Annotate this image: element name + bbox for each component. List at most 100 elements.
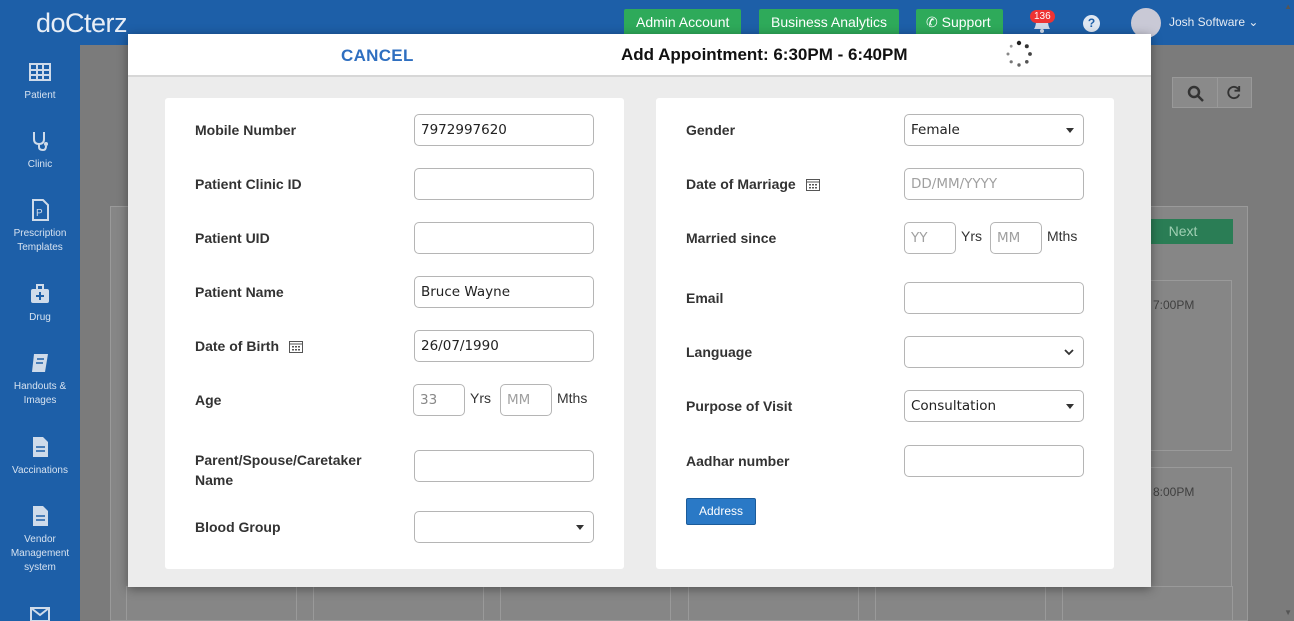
caret-down-icon: [1066, 404, 1074, 409]
age-months-input[interactable]: MM: [500, 384, 552, 416]
calendar-cell: [126, 586, 297, 621]
age-years-unit: Yrs: [470, 390, 491, 406]
calendar-icon[interactable]: [288, 340, 303, 353]
email-input[interactable]: [904, 282, 1084, 314]
language-select[interactable]: [904, 336, 1084, 368]
married-years-input[interactable]: YY: [904, 222, 956, 254]
calendar-cell: [313, 586, 484, 621]
stethoscope-icon: [33, 132, 48, 152]
refresh-icon: [1227, 85, 1241, 99]
table-icon: [29, 63, 51, 81]
sidebar-item-label: Clinic: [27, 159, 53, 170]
date-of-marriage-input[interactable]: DD/MM/YYYY: [904, 168, 1084, 200]
scroll-down-arrow[interactable]: ▼: [1284, 608, 1292, 617]
caretaker-label-line2: Name: [195, 472, 234, 488]
app-logo[interactable]: doCterz: [36, 8, 128, 39]
language-label: Language: [686, 344, 753, 360]
calendar-cell: [1062, 586, 1233, 621]
search-icon: [1187, 85, 1204, 102]
married-months-unit: Mths: [1047, 228, 1078, 244]
caret-down-icon: [576, 525, 584, 530]
sidebar-item-vaccinations[interactable]: Vaccinations: [0, 436, 80, 478]
calendar-cell: [875, 586, 1046, 621]
loading-spinner-icon: [1006, 40, 1032, 67]
support-button[interactable]: ✆ Support: [916, 9, 1003, 37]
married-since-label: Married since: [686, 230, 777, 246]
purpose-of-visit-select[interactable]: Consultation: [904, 390, 1084, 422]
admin-account-button[interactable]: Admin Account: [624, 9, 742, 37]
notification-badge: 136: [1030, 10, 1055, 23]
age-months-unit: Mths: [557, 390, 588, 406]
sidebar-item-handouts[interactable]: Handouts & Images: [0, 352, 80, 408]
age-years-input[interactable]: 33: [413, 384, 465, 416]
sidebar: Patient Clinic P Prescription Templates …: [0, 45, 80, 621]
calendar-icon[interactable]: [805, 178, 820, 191]
married-months-input[interactable]: MM: [990, 222, 1042, 254]
married-years-unit: Yrs: [961, 228, 982, 244]
mail-icon: [30, 607, 50, 621]
sidebar-item-label: Vendor Management system: [10, 534, 70, 573]
prescription-icon: P: [32, 199, 49, 221]
search-button-bg: [1172, 77, 1218, 108]
purpose-of-visit-label: Purpose of Visit: [686, 398, 793, 414]
aadhar-number-label: Aadhar number: [686, 453, 790, 469]
date-of-marriage-label-text: Date of Marriage: [686, 176, 796, 192]
document-icon: [33, 437, 48, 457]
modal-title: Add Appointment: 6:30PM - 6:40PM: [621, 45, 908, 64]
sidebar-item-label: Drug: [29, 312, 51, 323]
caret-down-icon: [1066, 128, 1074, 133]
patient-clinic-id-label: Patient Clinic ID: [195, 176, 302, 192]
mobile-number-input[interactable]: 7972997620: [414, 114, 594, 146]
date-of-birth-input[interactable]: 26/07/1990: [414, 330, 594, 362]
sidebar-item-label: Patient: [24, 90, 56, 101]
support-label: Support: [941, 14, 991, 30]
patient-details-card: Mobile Number 7972997620 Patient Clinic …: [165, 98, 624, 569]
patient-name-label: Patient Name: [195, 284, 284, 300]
date-of-birth-label-text: Date of Birth: [195, 338, 279, 354]
sidebar-item-mail[interactable]: [0, 603, 80, 621]
mobile-number-label: Mobile Number: [195, 122, 297, 138]
additional-details-card: Gender Female Date of Marriage DD/MM/YYY…: [656, 98, 1114, 569]
gender-label: Gender: [686, 122, 736, 138]
sidebar-item-label: Vaccinations: [12, 465, 68, 476]
patient-clinic-id-input[interactable]: [414, 168, 594, 200]
gender-select[interactable]: Female: [904, 114, 1084, 146]
book-icon: [32, 354, 48, 372]
sidebar-item-patient[interactable]: Patient: [0, 61, 80, 103]
sidebar-item-prescription-templates[interactable]: P Prescription Templates: [0, 199, 80, 255]
cancel-button[interactable]: CANCEL: [341, 46, 414, 66]
sidebar-item-drug[interactable]: Drug: [0, 283, 80, 325]
aadhar-number-input[interactable]: [904, 445, 1084, 477]
patient-uid-label: Patient UID: [195, 230, 270, 246]
chevron-down-icon: [1064, 349, 1074, 356]
patient-name-input[interactable]: Bruce Wayne: [414, 276, 594, 308]
add-appointment-modal: CANCEL Add Appointment: 6:30PM - 6:40PM …: [128, 34, 1151, 587]
email-label: Email: [686, 290, 724, 306]
user-name: Josh Software: [1169, 15, 1246, 29]
patient-uid-input[interactable]: [414, 222, 594, 254]
scroll-up-arrow[interactable]: ▲: [1284, 2, 1292, 11]
time-slot-label: 8:00PM: [1153, 485, 1195, 499]
user-menu[interactable]: Josh Software ⌄: [1169, 15, 1258, 29]
time-slot-label: 7:00PM: [1153, 298, 1195, 312]
help-icon[interactable]: ?: [1083, 15, 1100, 32]
date-of-birth-label: Date of Birth: [195, 338, 303, 354]
sidebar-item-vendor-management[interactable]: Vendor Management system: [0, 505, 80, 575]
calendar-cell: [500, 586, 671, 621]
purpose-of-visit-value: Consultation: [911, 398, 997, 414]
date-of-marriage-label: Date of Marriage: [686, 176, 820, 192]
refresh-button-bg: [1217, 77, 1252, 108]
sidebar-item-clinic[interactable]: Clinic: [0, 130, 80, 172]
svg-text:P: P: [36, 208, 43, 219]
sidebar-item-label: Prescription Templates: [13, 228, 67, 253]
medkit-icon: [31, 284, 49, 303]
blood-group-select[interactable]: [414, 511, 594, 543]
business-analytics-button[interactable]: Business Analytics: [759, 9, 899, 37]
document-icon: [33, 506, 48, 526]
modal-header: CANCEL Add Appointment: 6:30PM - 6:40PM: [128, 34, 1151, 77]
phone-icon: ✆: [926, 14, 938, 30]
address-button[interactable]: Address: [686, 498, 756, 525]
caretaker-label-line1: Parent/Spouse/Caretaker: [195, 452, 362, 468]
calendar-cell: [688, 586, 859, 621]
caretaker-name-input[interactable]: [414, 450, 594, 482]
